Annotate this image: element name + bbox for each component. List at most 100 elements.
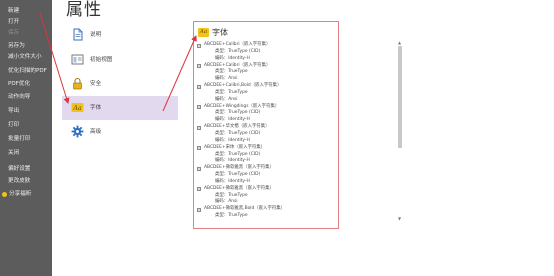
sidebar-item[interactable]: 导出 (0, 106, 52, 117)
type-label: 类型： (215, 192, 229, 198)
encoding-label: 编码： (215, 158, 229, 164)
font-node-icon (197, 125, 201, 130)
encoding-label: 编码： (215, 199, 229, 205)
sidebar-item[interactable]: 另存为 (0, 41, 52, 52)
sidebar-item[interactable]: 批量打印 (0, 134, 52, 145)
sidebar-item-label: 偏好设置 (8, 166, 31, 172)
font-type-row: 类型：TrueType (CID) (194, 130, 338, 138)
encoding-label: 编码： (215, 55, 229, 61)
encoding-value: Identity-H (228, 178, 250, 184)
encoding-value: Identity-H (228, 55, 250, 61)
sidebar-item-label: 导出 (8, 108, 20, 114)
scroll-up-arrow[interactable]: ▲ (397, 40, 402, 45)
font-encoding-row: 编码：Ansi (194, 96, 338, 104)
sidebar-item-label: 另存为 (8, 43, 25, 49)
file-menu-sidebar: 新建打开保存另存为减小文件大小优化扫描的PDF PDF优化动作向导导出打印批量打印… (0, 0, 52, 276)
sidebar-item[interactable]: 偏好设置 (0, 164, 52, 175)
sidebar-item-label: PDF优化 (8, 81, 31, 87)
font-name: ABCDEE+微软雅黑（嵌入字符集） (204, 165, 274, 171)
sidebar-item-label: 批量打印 (8, 136, 31, 142)
font-node-icon (197, 207, 201, 212)
category-label: 安全 (90, 81, 102, 87)
svg-text:Aa: Aa (72, 104, 82, 112)
sidebar-item[interactable]: 关闭 (0, 148, 52, 159)
sidebar-item[interactable]: PDF优化 (0, 79, 52, 90)
vertical-scrollbar[interactable]: ▲ ▼ (397, 40, 402, 221)
type-label: 类型： (215, 48, 229, 54)
page-title: 属性 (66, 0, 102, 20)
sidebar-item-label: 新建 (8, 8, 20, 14)
sidebar-item[interactable]: 打印 (0, 120, 52, 131)
sidebar-item[interactable]: 新建 (0, 6, 52, 17)
type-value: TrueType (228, 69, 248, 75)
font-entry[interactable]: ABCDEE+微软雅黑（嵌入字符集） (194, 165, 338, 172)
category-label: 初始视图 (90, 57, 113, 63)
type-label: 类型： (215, 172, 229, 178)
type-value: TrueType (228, 192, 248, 198)
font-icon: Aa (198, 28, 209, 37)
font-entry[interactable]: ABCDEE+宋体（嵌入字符集） (194, 144, 338, 152)
type-label: 类型： (215, 213, 229, 219)
font-name: ABCDEE+微软雅黑（嵌入字符集） (204, 185, 274, 191)
sidebar-item-label: 关闭 (8, 150, 20, 156)
encoding-label: 编码： (215, 96, 229, 102)
sidebar-item[interactable]: 更改皮肤 (0, 176, 52, 187)
sidebar-item[interactable]: 动作向导 (0, 92, 52, 103)
type-value: TrueType (CID) (228, 130, 261, 136)
type-value: TrueType (CID) (228, 172, 261, 178)
font-node-icon (197, 64, 201, 69)
font-type-row: 类型：TrueType (CID) (194, 172, 338, 179)
font-entry[interactable]: ABCDEE+微软雅黑（嵌入字符集） (194, 185, 338, 193)
encoding-label: 编码： (215, 117, 229, 123)
font-entry[interactable]: ABCDEE+Calibri,Bold（嵌入字符集） (194, 83, 338, 90)
font-name: ABCDEE+Calibri（嵌入字符集） (204, 62, 271, 68)
font-entry[interactable]: ABCDEE+华文楷（嵌入字符集） (194, 124, 338, 131)
sidebar-item-label: 分享福昕 (9, 191, 32, 197)
type-value: TrueType (228, 213, 248, 219)
category-initial-view[interactable]: 初始视图 (62, 48, 178, 72)
sidebar-item-label: 保存 (8, 30, 20, 36)
encoding-value: Identity-H (228, 137, 250, 143)
font-tree[interactable]: ABCDEE+Calibri（嵌入字符集） 类型：TrueType (CID) 编码… (194, 42, 338, 220)
sidebar-item[interactable]: 打开 (0, 17, 52, 28)
sidebar-item[interactable]: 分享福昕 (0, 189, 52, 200)
category-advanced[interactable]: 高级 (62, 120, 178, 144)
sidebar-item-label: 更改皮肤 (8, 178, 31, 184)
sidebar-item-label: 打开 (8, 19, 20, 25)
font-type-row: 类型：TrueType (194, 213, 338, 220)
sidebar-item-label: 动作向导 (8, 94, 31, 100)
font-name: ABCDEE+Calibri（嵌入字符集） (204, 42, 271, 47)
sidebar-item[interactable]: 减小文件大小 (0, 52, 52, 63)
font-entry[interactable]: ABCDEE+Calibri（嵌入字符集） (194, 42, 338, 49)
encoding-value: Ansi (228, 199, 238, 205)
sidebar-item: 保存 (0, 28, 52, 39)
panel-title: 字体 (212, 28, 228, 37)
type-label: 类型： (215, 130, 229, 136)
lock-icon (73, 77, 82, 90)
font-encoding-row: 编码：Identity-H (194, 178, 338, 186)
share-icon (2, 192, 7, 197)
font-name: ABCDEE+宋体（嵌入字符集） (204, 144, 266, 150)
encoding-value: Ansi (228, 96, 238, 102)
encoding-value: Identity-H (228, 117, 250, 123)
font-list-panel: Aa 字体 ABCDEE+Calibri（嵌入字符集） 类型：TrueType (… (193, 21, 339, 229)
encoding-label: 编码： (215, 137, 229, 143)
scroll-thumb[interactable] (397, 46, 402, 148)
font-node-icon (197, 84, 201, 89)
type-label: 类型： (215, 110, 229, 116)
font-name: ABCDEE+Calibri,Bold（嵌入字符集） (204, 83, 282, 89)
sidebar-item[interactable]: 优化扫描的PDF (0, 66, 52, 77)
category-fonts[interactable]: Aa 字体 (62, 96, 178, 120)
font-type-row: 类型：TrueType (CID) (194, 48, 338, 56)
font-node-icon (197, 105, 201, 110)
font-name: ABCDEE+Wingdings（嵌入字符集） (204, 103, 280, 109)
font-node-icon (197, 187, 201, 192)
category-description[interactable]: 说明 (62, 23, 178, 47)
category-security[interactable]: 安全 (62, 72, 178, 96)
font-encoding-row: 编码：Identity-H (194, 137, 338, 145)
scroll-down-arrow[interactable]: ▼ (397, 216, 402, 221)
category-label: 高级 (90, 129, 102, 135)
encoding-value: Identity-H (228, 158, 250, 164)
font-encoding-row: 编码：Identity-H (194, 55, 338, 63)
sidebar-item-label: 减小文件大小 (8, 54, 42, 60)
